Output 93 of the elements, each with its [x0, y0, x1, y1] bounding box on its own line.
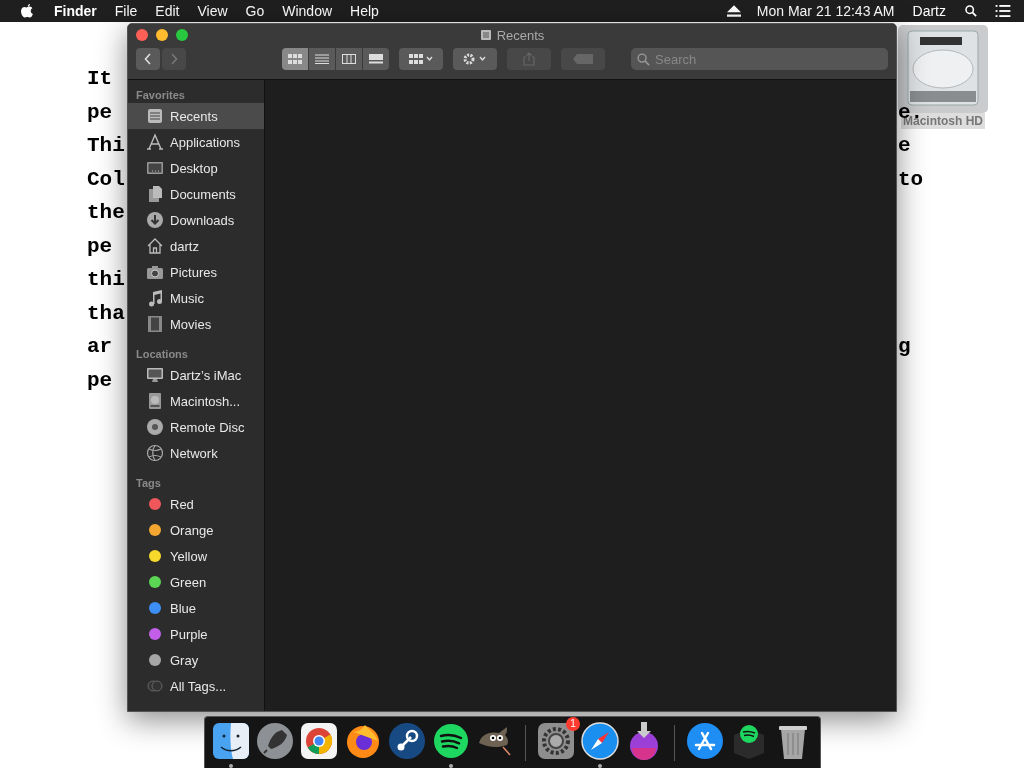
sidebar-heading: Locations: [135, 347, 189, 362]
monitor-icon: [146, 366, 164, 384]
sidebar-item[interactable]: Network: [128, 440, 264, 466]
sidebar-item[interactable]: dartz: [128, 233, 264, 259]
sidebar-item[interactable]: Applications: [128, 129, 264, 155]
sidebar-item[interactable]: Music: [128, 285, 264, 311]
view-mode-button[interactable]: [309, 48, 335, 70]
sidebar-heading: Tags: [135, 476, 162, 491]
sidebar-item[interactable]: Gray: [128, 647, 264, 673]
grid-dropdown-icon: [409, 53, 433, 65]
desktop-text: pe: [87, 367, 114, 394]
sidebar-item[interactable]: Red: [128, 491, 264, 517]
chevron-right-icon: [170, 53, 178, 65]
menu-item[interactable]: Window: [282, 3, 333, 19]
home-icon: [146, 237, 164, 255]
apple-logo-icon[interactable]: [20, 3, 34, 19]
recents-icon: [479, 29, 492, 41]
sidebar-item[interactable]: Remote Disc: [128, 414, 264, 440]
sidebar-item[interactable]: Orange: [128, 517, 264, 543]
sidebar-item[interactable]: Desktop: [128, 155, 264, 181]
view-mode-button[interactable]: [363, 48, 389, 70]
clock[interactable]: Mon Mar 21 12:43 AM: [756, 3, 895, 19]
sidebar-item[interactable]: Pictures: [128, 259, 264, 285]
sidebar-item[interactable]: Blue: [128, 595, 264, 621]
download-icon: [146, 211, 164, 229]
documents-icon: [146, 185, 164, 203]
notification-badge: 1: [566, 717, 580, 731]
desktop-text: to: [898, 166, 924, 193]
globe-icon: [146, 444, 164, 462]
desktop-text: tha: [87, 300, 126, 327]
user-name[interactable]: Dartz: [912, 3, 946, 19]
desktop-text: g: [898, 334, 911, 360]
view-mode-button[interactable]: [336, 48, 362, 70]
music-note-icon: [146, 289, 164, 307]
desktop-text: the: [87, 200, 126, 226]
group-button[interactable]: [399, 48, 443, 70]
menu-item[interactable]: View: [197, 3, 228, 19]
sidebar-item[interactable]: Purple: [128, 621, 264, 647]
view-mode-button[interactable]: [282, 48, 308, 70]
search-icon: [637, 52, 650, 66]
desktop-text: ar: [87, 334, 114, 360]
rocket-icon[interactable]: [255, 721, 295, 761]
sidebar-item[interactable]: Documents: [128, 181, 264, 207]
desktop-text: thi: [87, 267, 126, 293]
disc-icon: [146, 418, 164, 436]
sidebar-item[interactable]: Green: [128, 569, 264, 595]
menu-item[interactable]: File: [114, 3, 138, 19]
sidebar-item[interactable]: Dartz’s iMac: [128, 362, 264, 388]
list-icon: [315, 54, 329, 64]
smiling-face-icon[interactable]: [211, 721, 251, 761]
tag-icon: [573, 54, 593, 64]
minimize-button[interactable]: [156, 29, 168, 41]
gallery-icon: [369, 54, 383, 64]
tags-icon: [146, 677, 164, 695]
compass-icon[interactable]: [580, 721, 620, 761]
sidebar-item[interactable]: All Tags...: [128, 673, 264, 699]
sidebar-item[interactable]: Movies: [128, 311, 264, 337]
menu-item[interactable]: Help: [350, 3, 379, 19]
back-button[interactable]: [136, 48, 160, 70]
gear-icon[interactable]: [536, 721, 576, 761]
chevron-left-icon: [144, 53, 152, 65]
zoom-button[interactable]: [176, 29, 188, 41]
sidebar-heading: Favorites: [135, 88, 186, 103]
window-title: Recents: [496, 27, 545, 43]
desktop-text: Thi: [87, 133, 126, 159]
sound-waves-icon[interactable]: [431, 721, 471, 761]
sidebar-item[interactable]: Recents: [128, 103, 264, 129]
sidebar-item[interactable]: Macintosh...: [128, 388, 264, 414]
desktop-text: Col: [87, 166, 126, 193]
search-icon[interactable]: [964, 5, 978, 17]
eject-icon[interactable]: [726, 5, 741, 17]
sidebar-item[interactable]: Yellow: [128, 543, 264, 569]
sidebar-item[interactable]: Downloads: [128, 207, 264, 233]
menu-item[interactable]: Go: [245, 3, 265, 19]
applications-icon: [146, 133, 164, 151]
grid-icon: [288, 54, 302, 64]
desktop-text: It: [87, 66, 114, 92]
menu-item[interactable]: Edit: [155, 3, 180, 19]
share-icon: [523, 52, 535, 66]
desktop-icon: [146, 159, 164, 177]
app-menu[interactable]: Finder: [54, 3, 97, 19]
action-button[interactable]: [453, 48, 497, 70]
list-menu-icon[interactable]: [994, 5, 1012, 17]
camera-icon: [146, 263, 164, 281]
recents-icon: [146, 107, 164, 125]
desktop-text: e: [898, 133, 911, 159]
film-icon: [146, 315, 164, 333]
app-store-icon[interactable]: [685, 721, 725, 761]
close-button[interactable]: [136, 29, 148, 41]
desktop-text: pe: [87, 99, 114, 126]
gear-dropdown-icon: [463, 53, 487, 65]
desktop-text: pe: [87, 233, 114, 260]
columns-icon: [342, 54, 356, 64]
